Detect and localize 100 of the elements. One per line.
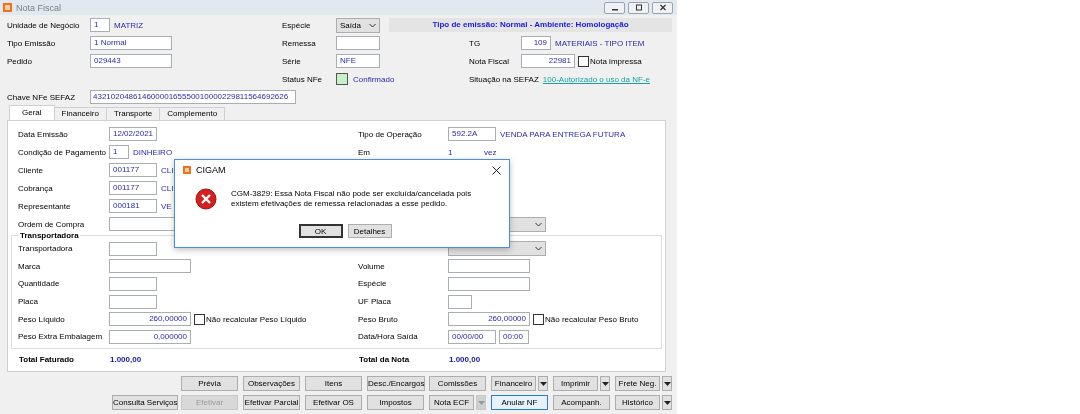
time-field[interactable]: 00:00 [499, 329, 529, 344]
field-label: TG [469, 38, 482, 48]
field-value: 1 [448, 147, 454, 157]
action-button[interactable]: Observações [243, 376, 300, 391]
field-label: Quantidade [18, 279, 61, 289]
input-field[interactable]: 260,00000 [109, 312, 191, 327]
close-button[interactable] [652, 1, 673, 14]
caret-icon [477, 400, 485, 405]
field-label: Pedido [7, 56, 33, 66]
app-icon [183, 166, 191, 174]
field-description: VENDA PARA ENTREGA FUTURA [500, 129, 626, 139]
field-label: Marca [18, 261, 42, 271]
input-field[interactable]: NFE [336, 54, 380, 68]
action-button[interactable]: Itens [305, 376, 362, 391]
dropdown-arrow-button[interactable] [538, 376, 548, 391]
checkbox-label: Nota impressa [590, 56, 642, 66]
caret-icon [539, 381, 547, 386]
tab[interactable]: Complemento [159, 107, 226, 120]
restore-button[interactable] [628, 1, 649, 14]
group-title: Transportadora [19, 231, 80, 240]
checkbox[interactable] [578, 55, 589, 67]
field-description: DINHEIRO [133, 147, 173, 157]
field-description: MATERIAIS - TIPO ITEM [555, 38, 645, 48]
field-label: Em [358, 147, 371, 157]
checkbox-label: Não recalcular Peso Líquido [206, 314, 307, 324]
input-field[interactable]: 22981 [521, 54, 575, 68]
input-field[interactable]: 029443 [90, 54, 172, 68]
tab[interactable]: Geral [9, 105, 55, 120]
action-button[interactable]: Efetivar Parcial [243, 395, 300, 410]
dropdown-arrow-button[interactable] [600, 376, 610, 391]
input-field[interactable] [336, 36, 380, 50]
close-icon [658, 4, 667, 11]
field-label: Série [282, 56, 302, 66]
error-message: CGM-3829: Essa Nota Fiscal não pode ser excluída/cancelada pois existem efetivações de remessa relacionadas a esse pedido. [231, 189, 473, 209]
action-button[interactable]: Efetivar OS [305, 395, 362, 410]
dropdown-arrow-button[interactable] [662, 395, 672, 410]
caret-icon [601, 381, 609, 386]
input-field[interactable]: 001177 [109, 181, 157, 195]
field-label: UF Placa [358, 297, 392, 307]
input-field[interactable]: 260,00000 [448, 312, 530, 327]
field-label: Situação na SEFAZ [469, 74, 539, 84]
tab[interactable]: Transporte [105, 107, 161, 120]
input-field[interactable]: 109 [521, 36, 551, 50]
field-label: Volume [358, 261, 386, 271]
dropdown-arrow-button[interactable] [662, 376, 672, 391]
field-label: Peso Extra Embalagem [18, 332, 104, 342]
status-indicator [336, 73, 348, 85]
caret-icon [369, 22, 376, 28]
action-button[interactable]: Financeiro [491, 376, 536, 391]
environment-banner: Tipo de emissão: Normal - Ambiente: Homologação [389, 18, 672, 32]
action-button[interactable]: Prévia [181, 376, 238, 391]
input-field[interactable]: 1 [90, 18, 110, 32]
field-label: Placa [18, 297, 39, 307]
action-button[interactable]: Anular NF [491, 395, 548, 410]
input-field[interactable] [109, 277, 157, 291]
input-field[interactable]: 001177 [109, 163, 157, 177]
input-field[interactable]: 0,000000 [109, 329, 191, 344]
action-button[interactable]: Comissões [429, 376, 486, 391]
status-text: Confirmado [353, 74, 395, 84]
input-field[interactable]: 592.2A [448, 127, 496, 141]
action-button[interactable]: Desc./Encargos [367, 376, 426, 391]
action-button[interactable]: Consulta Serviços [112, 395, 179, 410]
input-field[interactable] [448, 277, 530, 291]
checkbox[interactable] [533, 313, 544, 325]
checkbox-label: Não recalcular Peso Bruto [545, 314, 639, 324]
input-field[interactable] [448, 294, 472, 309]
input-field[interactable]: 43210204861460000165550010000229811564692626 [90, 90, 296, 104]
action-button[interactable]: Impostos [367, 395, 424, 410]
minimize-button[interactable] [604, 1, 625, 14]
action-button[interactable]: Frete Neg. [615, 376, 660, 391]
input-field[interactable]: 000181 [109, 199, 157, 213]
window-title: Nota Fiscal [16, 2, 61, 13]
field-label: Cliente [18, 165, 44, 175]
field-label: Representante [18, 201, 72, 211]
input-field[interactable] [109, 294, 157, 309]
dialog-button[interactable]: Detalhes [347, 224, 392, 238]
total-value: 1.000,00 [449, 355, 481, 365]
total-label: Total da Nota [359, 355, 411, 365]
action-button[interactable]: Imprimir [553, 376, 598, 391]
action-button[interactable]: Nota ECF [429, 395, 474, 410]
dropdown-field[interactable]: Saída [336, 17, 380, 33]
checkbox[interactable] [194, 313, 205, 325]
input-field[interactable] [109, 241, 157, 256]
date-field[interactable]: 00/00/00 [448, 329, 496, 344]
field-label: Condição de Pagamento [18, 147, 108, 157]
input-field[interactable] [109, 259, 191, 274]
input-field[interactable]: 1 [109, 145, 129, 159]
action-button[interactable]: Acompanh. [553, 395, 610, 410]
action-button[interactable]: Histórico [615, 395, 660, 410]
app-icon [3, 3, 12, 12]
close-icon[interactable] [492, 165, 501, 175]
input-field[interactable]: 1 Normal [90, 36, 172, 50]
field-label: Data Emissão [18, 129, 69, 139]
input-field[interactable] [448, 259, 530, 274]
field-label: Espécie [282, 20, 312, 30]
input-field[interactable]: 12/02/2021 [109, 127, 157, 141]
dialog-button[interactable]: OK [298, 224, 343, 238]
caret-icon [535, 246, 542, 252]
field-label: Nota Fiscal [469, 56, 510, 66]
dialog-title: CIGAM [196, 165, 226, 175]
